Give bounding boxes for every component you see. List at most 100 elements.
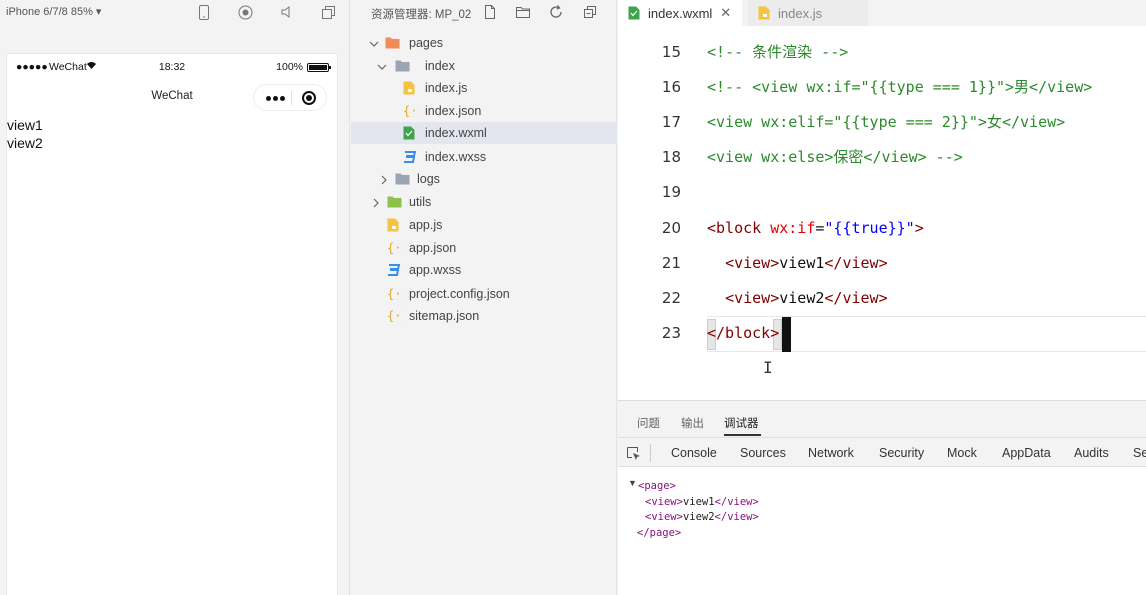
tab-label: index.wxml [648,5,713,21]
tree-item-logs[interactable]: logs [351,168,617,190]
chevron-right-icon[interactable] [371,197,381,208]
speaker-icon[interactable] [279,4,295,20]
tree-item-app-js[interactable]: app.js [351,214,617,236]
code-token: </view> [824,288,888,307]
device-select[interactable]: iPhone 6/7/8 85% ▾ [6,5,101,18]
json-file-icon: {·} [387,309,409,323]
close-miniprogram-icon[interactable] [302,91,316,105]
devtools-tab-audits[interactable]: Audits [1074,446,1109,460]
tree-item-index-wxml[interactable]: index.wxml [351,122,617,144]
code-token: <view wx:else>保密</view> --> [707,148,963,167]
explorer-title: 资源管理器: MP_02 [371,9,472,21]
code-line[interactable]: 16 <!-- <view wx:if="{{type === 1}}">男</v… [618,70,1146,105]
tree-item-index-js[interactable]: index.js [351,77,617,99]
code-token: <!-- 条件渲染 --> [707,43,849,61]
new-folder-icon[interactable] [515,4,531,20]
chevron-right-icon[interactable] [379,174,389,185]
code-text: <view>view2</view> [707,281,888,316]
tree-item-label: app.json [409,241,457,255]
detach-window-icon[interactable] [320,4,336,20]
code-line[interactable]: 19 [618,175,1146,210]
tab-output[interactable]: 输出 [681,415,704,431]
capsule-divider [291,91,292,105]
tree-item-pages[interactable]: pages [351,32,617,54]
code-token: <view> [725,253,780,272]
expand-arrow-icon[interactable]: ▼ [628,478,637,488]
close-tab-icon[interactable]: ✕ [720,5,731,21]
tree-item-label: index.json [425,104,482,118]
devtools-tab-mock[interactable]: Mock [947,446,977,460]
menu-capsule [253,84,327,111]
folder-icon [395,59,410,73]
tree-item-index-json[interactable]: {·} index.json [351,100,617,122]
code-token: </block> [707,323,780,342]
text-cursor [782,317,791,352]
code-line[interactable]: 15 <!-- 条件渲染 --> [618,35,1146,70]
tree-item-app-wxss[interactable]: app.wxss [351,259,617,281]
tree-item-utils[interactable]: utils [351,191,617,213]
code-line[interactable]: 21 <view>view1</view> [618,246,1146,281]
tree-item-project-config-json[interactable]: {·} project.config.json [351,283,617,305]
page-view-text: view2 [7,135,43,151]
code-line[interactable]: 22 <view>view2</view> [618,281,1146,316]
new-file-icon[interactable] [482,4,498,20]
devtools-tab-more[interactable]: Se [1133,446,1146,460]
panel-tabs: 问题 输出 调试器 [618,401,1146,437]
line-number: 18 [661,148,681,167]
code-text: <!-- 条件渲染 --> [707,35,848,70]
folder-icon [395,172,410,186]
active-tab-underline [724,434,761,436]
record-icon[interactable] [237,4,253,20]
code-token: <view wx:elif="{{type === 2}}">女</view> [707,113,1066,132]
js-file-icon [403,81,417,95]
chevron-down-icon[interactable] [377,61,387,71]
tree-item-sitemap-json[interactable]: {·} sitemap.json [351,305,617,327]
wxml-file-icon [628,6,642,20]
battery-percent: 100% [276,61,303,73]
dom-node-page-close[interactable]: </page> [637,526,681,542]
inspect-element-icon[interactable] [626,446,642,462]
line-number: 22 [661,288,681,307]
code-line[interactable]: 17 <view wx:elif="{{type === 2}}">女</view… [618,105,1146,140]
line-number: 21 [661,253,681,272]
code-text: <view wx:elif="{{type === 2}}">女</view> [707,105,1065,140]
status-bar: ●●●●● WeChat 18:32 100% [7,60,337,76]
refresh-icon[interactable] [548,4,564,20]
file-explorer: 资源管理器: MP_02 pages index index.js {·} index.… [351,0,617,595]
code-text: <view>view1</view> [707,246,888,281]
chevron-down-icon[interactable] [369,38,379,48]
tab-debugger[interactable]: 调试器 [724,415,759,431]
tree-item-label: index.js [425,81,468,95]
tree-item-label: pages [409,36,444,50]
js-file-icon [758,6,772,20]
tab-index-js[interactable]: index.js [748,0,868,26]
tree-item-label: app.js [409,218,443,232]
phone-icon[interactable] [196,4,212,20]
devtools-tab-sources[interactable]: Sources [740,446,786,460]
devtools-tab-security[interactable]: Security [879,446,924,460]
code-line[interactable]: 20 <block wx:if="{{true}}"> [618,211,1146,246]
devtools-tab-network[interactable]: Network [808,446,854,460]
code-token: <!-- <view wx:if="{{type === 1}}">男</vie… [707,78,1093,97]
dom-node-view[interactable]: <view>view2</view> [645,510,759,526]
tree-item-app-json[interactable]: {·} app.json [351,237,617,259]
devtools-tab-appdata[interactable]: AppData [1002,446,1051,460]
more-icon[interactable] [262,88,288,108]
devtools-toolbar: Console Sources Network Security Mock Ap… [618,437,1146,467]
code-line[interactable]: 18 <view wx:else>保密</view> --> [618,140,1146,175]
tree-item-index-wxss[interactable]: index.wxss [351,146,617,168]
dom-node-page-open[interactable]: <page> [638,479,676,495]
folder-pages-icon [385,36,400,50]
folder-utils-icon [387,195,402,209]
tab-index-wxml[interactable]: index.wxml ✕ [618,0,742,26]
battery-icon [307,63,331,72]
collapse-all-icon[interactable] [582,4,598,20]
dom-node-view[interactable]: <view>view1</view> [645,495,759,511]
tab-problems[interactable]: 问题 [637,415,660,431]
tree-item-index[interactable]: index [351,55,617,77]
code-line[interactable]: 23 </block> [618,316,1146,351]
devtools-tab-console[interactable]: Console [671,446,717,460]
editor-tab-strip: index.wxml ✕ index.js [618,0,1146,26]
